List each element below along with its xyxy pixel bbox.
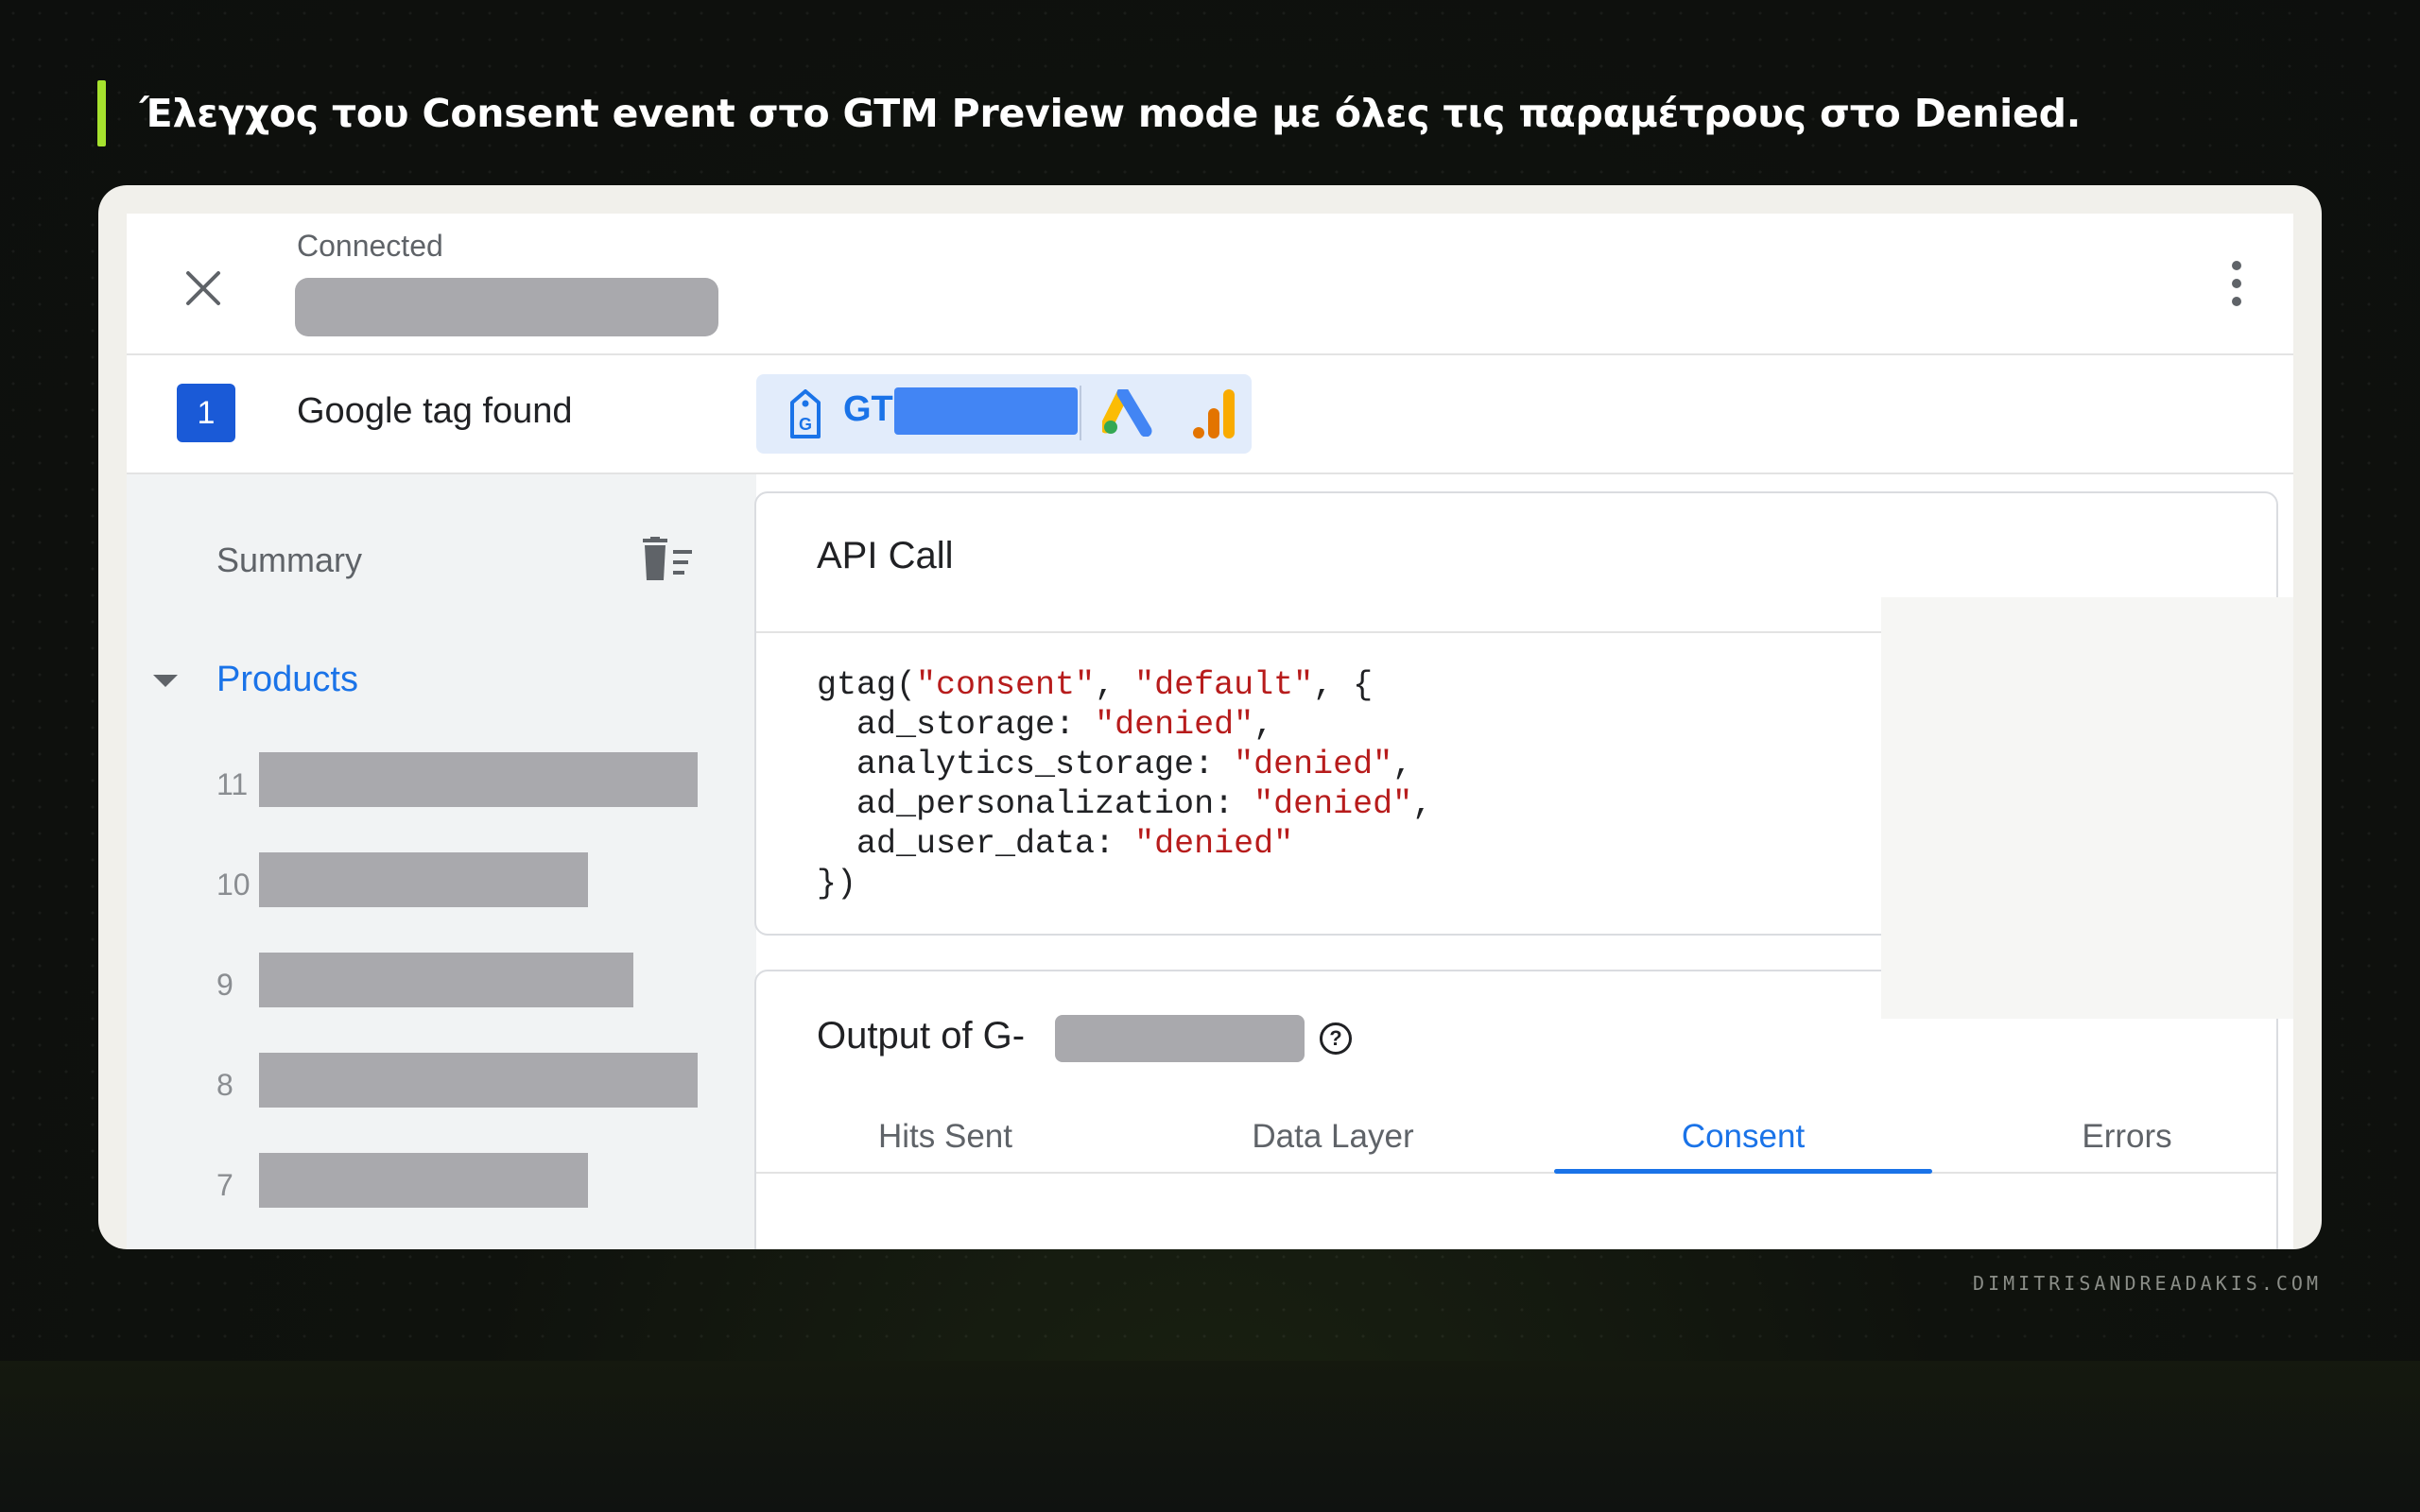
screenshot-card: Connected 1 Google tag found G GT Summar… <box>98 185 2322 1249</box>
svg-text:G: G <box>799 415 812 434</box>
gtm-preview-window: Connected 1 Google tag found G GT Summar… <box>127 214 2293 1249</box>
top-bar: Connected <box>127 214 2293 355</box>
api-call-code: gtag("consent", "default", { ad_storage:… <box>817 666 1433 902</box>
clear-messages-icon[interactable] <box>639 537 696 582</box>
tab-consent-label: Consent <box>1681 1118 1806 1155</box>
tag-found-label: Google tag found <box>297 391 573 431</box>
google-analytics-icon <box>1193 389 1235 438</box>
tag-chip[interactable]: G GT <box>756 374 1252 454</box>
sidebar-item-summary[interactable]: Summary <box>216 541 362 580</box>
output-title: Output of G- <box>817 1015 1026 1057</box>
footer-credit: DIMITRISANDREADAKIS.COM <box>1973 1272 2322 1295</box>
chip-separator <box>1080 386 1081 440</box>
close-icon[interactable] <box>174 259 233 318</box>
event-number: 7 <box>216 1168 233 1202</box>
close-icon-glyph <box>186 271 220 305</box>
blurred-overlay <box>1881 597 2293 1019</box>
event-number: 10 <box>216 868 251 902</box>
collapse-caret-icon[interactable] <box>153 675 178 687</box>
tab-hits-sent[interactable]: Hits Sent <box>851 1104 1040 1172</box>
event-item[interactable] <box>259 953 633 1007</box>
sidebar-item-products[interactable]: Products <box>216 660 358 700</box>
tab-data-layer[interactable]: Data Layer <box>1229 1104 1437 1172</box>
connection-status: Connected <box>297 229 443 263</box>
active-tab-indicator <box>1554 1169 1932 1174</box>
tab-errors[interactable]: Errors <box>2042 1104 2212 1172</box>
redacted-measurement-id <box>1055 1015 1305 1062</box>
heading-text: Έλεγχος του Consent event στο GTM Previe… <box>140 91 2082 136</box>
tab-consent[interactable]: Consent <box>1554 1104 1932 1174</box>
slide-heading: Έλεγχος του Consent event στο GTM Previe… <box>97 79 2081 147</box>
google-tag-icon: G <box>790 389 821 438</box>
more-vert-icon[interactable] <box>2227 257 2246 314</box>
redacted-url <box>295 278 718 336</box>
event-number: 11 <box>216 767 249 801</box>
output-tabs: Hits Sent Data Layer Consent Errors <box>756 1104 2276 1174</box>
google-ads-icon <box>1102 389 1152 437</box>
tag-count-badge: 1 <box>177 384 235 442</box>
event-item[interactable] <box>259 1053 698 1108</box>
event-item[interactable] <box>259 1153 588 1208</box>
event-number: 9 <box>216 968 233 1002</box>
tag-row: 1 Google tag found G GT <box>127 355 2293 474</box>
background-band <box>0 1361 2420 1512</box>
api-call-title: API Call <box>817 535 954 576</box>
event-item[interactable] <box>259 852 588 907</box>
event-item[interactable] <box>259 752 698 807</box>
tag-id-prefix: GT <box>843 389 893 429</box>
sidebar: Summary Products 11 10 9 8 7 <box>127 474 756 1249</box>
event-number: 8 <box>216 1068 233 1102</box>
accent-bar <box>97 80 106 146</box>
help-icon[interactable]: ? <box>1320 1022 1352 1055</box>
redacted-tag-id <box>894 387 1078 435</box>
